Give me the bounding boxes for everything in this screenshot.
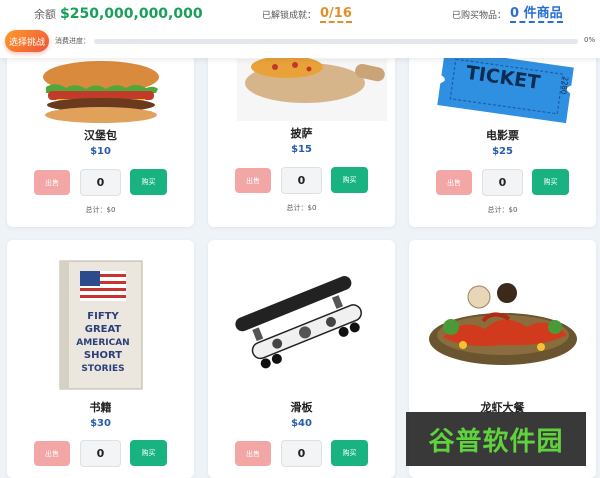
buy-button[interactable]: 购买 [130, 169, 167, 195]
product-card-skateboard: 滑板 $40 出售 0 购买 [208, 240, 395, 478]
product-card-pizza: 披萨 $15 出售 0 购买 总计：$0 [208, 40, 395, 227]
product-name: 书籍 [89, 401, 112, 414]
sell-button[interactable]: 出售 [34, 441, 70, 466]
product-price: $30 [90, 418, 111, 429]
pizza-image [208, 52, 395, 124]
quantity-input[interactable]: 0 [281, 167, 322, 194]
watermark-logo: 谷普软件园 [406, 412, 586, 466]
buy-button[interactable]: 购买 [130, 440, 167, 466]
product-card-movie-ticket: TICKET 2280 电影票 $25 出售 0 购买 总计：$0 [409, 40, 596, 227]
book-title-line-4: SHORT [83, 350, 121, 361]
quantity-input[interactable]: 0 [80, 440, 121, 467]
product-name: 电影票 [486, 129, 519, 142]
sell-button[interactable]: 出售 [436, 170, 472, 195]
sell-button[interactable]: 出售 [34, 170, 70, 195]
book-title-line-2: GREAT [84, 324, 121, 335]
book-title-line-3: AMERICAN [76, 338, 129, 348]
spending-progress-label: 消费进度： [55, 37, 90, 45]
buy-button[interactable]: 购买 [331, 440, 368, 466]
quantity-input[interactable]: 0 [281, 440, 322, 467]
book-image: FIFTY GREAT AMERICAN SHORT STORIES [7, 254, 194, 394]
buy-button[interactable]: 购买 [331, 167, 368, 193]
lobster-dinner-image [409, 276, 596, 376]
product-name: 滑板 [290, 401, 313, 414]
spending-progress-percent: 0% [584, 36, 596, 44]
sell-button[interactable]: 出售 [235, 441, 271, 466]
product-card-book: FIFTY GREAT AMERICAN SHORT STORIES 书籍 $3… [7, 240, 194, 478]
quantity-input[interactable]: 0 [482, 169, 523, 196]
book-title-line-5: STORIES [81, 364, 124, 374]
hamburger-image [7, 54, 194, 126]
product-name: 汉堡包 [84, 129, 117, 142]
product-name: 披萨 [290, 127, 313, 140]
product-card-hamburger: 汉堡包 $10 出售 0 购买 总计：$0 [7, 40, 194, 227]
balance-value: $250,000,000,000 [60, 6, 203, 22]
balance-label: 余额 [34, 8, 56, 21]
movie-ticket-image: TICKET 2280 [409, 54, 596, 126]
achievements-value[interactable]: 0/16 [320, 6, 352, 23]
quantity-input[interactable]: 0 [80, 169, 121, 196]
top-status-bar: 余额 $250,000,000,000 已解锁成就： 0/16 已购买物品： 0… [0, 0, 600, 58]
book-title-line-1: FIFTY [87, 311, 119, 322]
product-price: $15 [291, 144, 312, 155]
achievements-label: 已解锁成就： [262, 10, 317, 21]
achievements-display: 已解锁成就： 0/16 [262, 4, 352, 24]
product-total: 总计：$0 [85, 206, 116, 214]
buy-button[interactable]: 购买 [532, 169, 569, 195]
skateboard-image [208, 270, 395, 380]
bought-items-value[interactable]: 0 件商品 [510, 6, 563, 23]
product-total: 总计：$0 [487, 206, 518, 214]
spending-progress-bar [94, 39, 578, 44]
product-price: $40 [291, 418, 312, 429]
product-total: 总计：$0 [286, 204, 317, 212]
bought-items-label: 已购买物品： [452, 10, 507, 21]
balance-display: 余额 $250,000,000,000 [34, 4, 203, 24]
product-price: $10 [90, 146, 111, 157]
product-price: $25 [492, 146, 513, 157]
bought-items-display: 已购买物品： 0 件商品 [452, 4, 563, 24]
sell-button[interactable]: 出售 [235, 168, 271, 193]
choose-challenge-button[interactable]: 选择挑战 [5, 30, 49, 52]
